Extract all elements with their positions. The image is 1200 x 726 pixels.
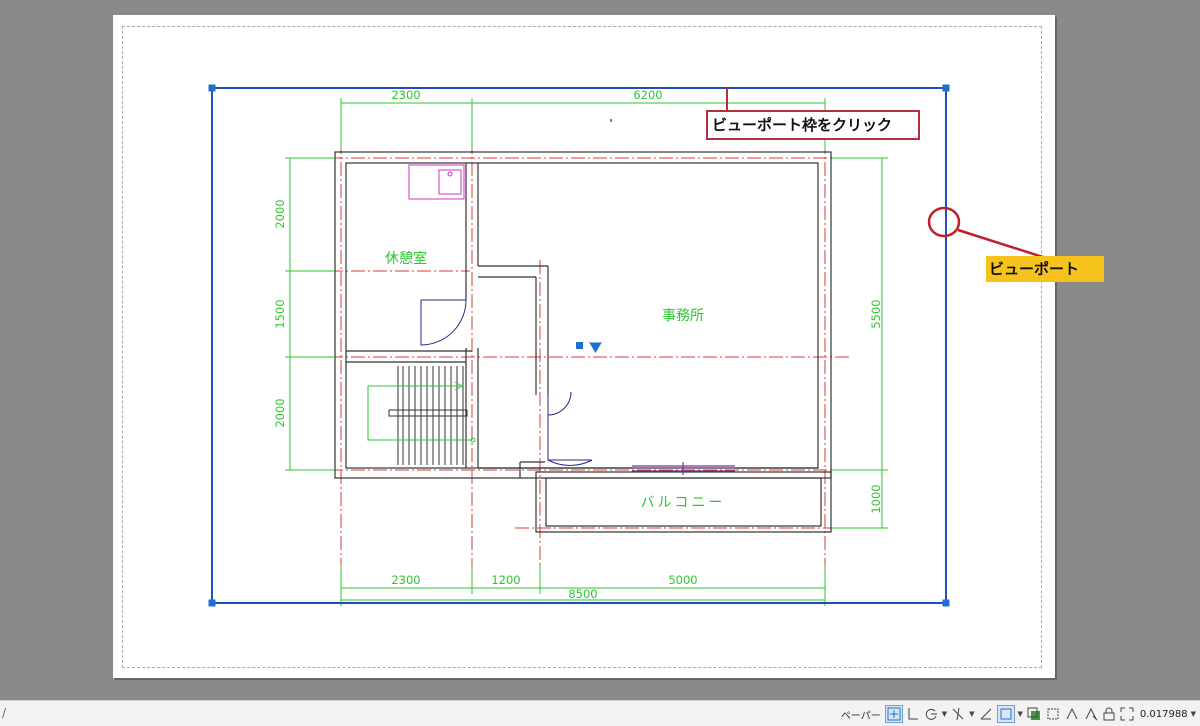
polar-dropdown-icon[interactable]: ▼ [942, 710, 947, 718]
room-label-office: 事務所 [662, 308, 704, 324]
scale-dropdown-icon[interactable]: ▼ [1191, 710, 1196, 718]
polar-icon[interactable] [923, 705, 939, 723]
highlight-circle [927, 206, 961, 238]
dim-right-2: 1000 [869, 484, 883, 513]
dim-left-2: 1500 [273, 299, 287, 328]
door-hall-2 [547, 413, 593, 466]
paper-space-toggle[interactable]: ペーパー [840, 705, 882, 723]
dim-bottom-2: 1200 [491, 573, 520, 587]
viewport-scale-grip[interactable] [589, 342, 602, 353]
osnap-icon[interactable] [950, 705, 966, 723]
dim-bottom-1: 2300 [391, 573, 420, 587]
door-hall-1 [547, 391, 572, 416]
lock-icon[interactable] [1102, 705, 1116, 723]
callout-leader-2 [957, 228, 1047, 260]
room-label-rest-room: 休憩室 [385, 250, 427, 267]
viewport-grip-bottom-right[interactable] [942, 599, 950, 607]
dim-bottom-3: 5000 [668, 573, 697, 587]
centerlines [285, 118, 850, 580]
callout-viewport: ビューポート [986, 256, 1104, 282]
viewport-grip-top-left[interactable] [208, 84, 216, 92]
grid-snap-icon[interactable] [884, 705, 903, 723]
status-left-mark: / [2, 706, 7, 720]
lineweight-icon[interactable] [978, 705, 994, 723]
dim-top-2: 6200 [633, 88, 662, 102]
annotation-scale-icon[interactable] [1064, 705, 1080, 723]
door-rest-room [420, 299, 467, 346]
callout-click-viewport-frame: ビューポート枠をクリック [706, 110, 920, 140]
osnap-dropdown-icon[interactable]: ▼ [969, 710, 974, 718]
ortho-icon[interactable] [906, 705, 920, 723]
viewport-grip-top-right[interactable] [942, 84, 950, 92]
object-selection-icon[interactable] [1045, 705, 1061, 723]
viewport-icon[interactable] [996, 705, 1015, 723]
dimension-lines [285, 98, 888, 606]
layout-workspace[interactable]: 2300 6200 2000 1500 2000 5500 1000 2300 … [0, 0, 1200, 700]
stairs [388, 366, 468, 465]
viewport-grip-bottom-left[interactable] [208, 599, 216, 607]
doors [420, 299, 593, 466]
viewport-center-grip[interactable] [576, 342, 583, 349]
dim-right-1: 5500 [869, 299, 883, 328]
status-bar: / ペーパー ▼ ▼ ▼ 0.017988 ▼ [0, 700, 1200, 726]
dim-total: 8500 [568, 587, 597, 601]
layers-icon[interactable] [1026, 705, 1042, 723]
annotation-visibility-icon[interactable] [1083, 705, 1099, 723]
fullscreen-icon[interactable] [1119, 705, 1135, 723]
scale-value[interactable]: 0.017988 [1140, 709, 1188, 720]
status-bar-tools: ペーパー ▼ ▼ ▼ 0.017988 ▼ [840, 704, 1196, 724]
sink-fixture [408, 164, 465, 200]
room-label-balcony: バルコニー [641, 495, 726, 511]
dim-top-1: 2300 [391, 88, 420, 102]
dim-left-3: 2000 [273, 398, 287, 427]
floor-plan-drawing: 2300 6200 2000 1500 2000 5500 1000 2300 … [208, 84, 1047, 607]
inner-wall-outline [345, 162, 819, 469]
viewport-dropdown-icon[interactable]: ▼ [1018, 710, 1023, 718]
dim-left-1: 2000 [273, 199, 287, 228]
